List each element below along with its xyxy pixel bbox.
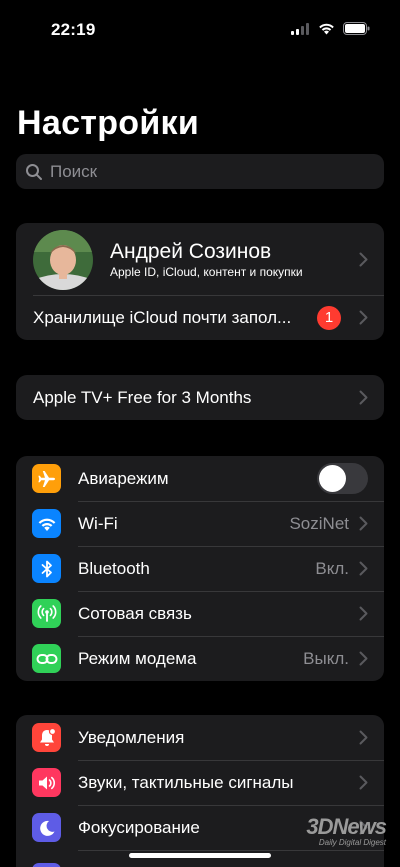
row-separator xyxy=(78,501,384,502)
apple-id-row[interactable]: Андрей Созинов Apple ID, iCloud, контент… xyxy=(16,223,384,295)
row-separator xyxy=(78,546,384,547)
hotspot-row[interactable]: Режим модема Выкл. xyxy=(16,636,384,681)
profile-subtitle: Apple ID, iCloud, контент и покупки xyxy=(110,265,303,279)
airplane-mode-toggle[interactable] xyxy=(317,463,368,494)
sounds-label: Звуки, тактильные сигналы xyxy=(78,772,294,792)
home-indicator[interactable] xyxy=(129,853,271,858)
avatar xyxy=(33,230,93,290)
antenna-icon xyxy=(32,599,61,628)
chevron-right-icon xyxy=(359,310,368,325)
icloud-storage-row[interactable]: Хранилище iCloud почти запол... 1 xyxy=(16,295,384,340)
search-input[interactable] xyxy=(48,160,372,183)
hotspot-label: Режим модема xyxy=(78,648,197,668)
wifi-label: Wi-Fi xyxy=(78,513,118,533)
notifications-label: Уведомления xyxy=(78,727,185,747)
chevron-right-icon xyxy=(359,651,368,666)
speaker-icon xyxy=(32,768,61,797)
status-bar: 22:19 xyxy=(0,0,400,60)
cellular-row[interactable]: Сотовая связь xyxy=(16,591,384,636)
promo-group: Apple TV+ Free for 3 Months xyxy=(16,375,384,420)
hotspot-value: Выкл. xyxy=(303,648,349,668)
chevron-right-icon xyxy=(359,561,368,576)
apple-tv-promo-label: Apple TV+ Free for 3 Months xyxy=(33,387,252,407)
watermark-logo: 3DNews xyxy=(306,814,387,839)
wifi-status-icon xyxy=(319,23,334,35)
hourglass-icon xyxy=(32,863,61,867)
row-separator xyxy=(78,636,384,637)
cellular-label: Сотовая связь xyxy=(78,603,192,623)
bluetooth-icon xyxy=(32,554,61,583)
wifi-row[interactable]: Wi-Fi SoziNet xyxy=(16,501,384,546)
apple-tv-promo-row[interactable]: Apple TV+ Free for 3 Months xyxy=(16,375,384,420)
chevron-right-icon xyxy=(359,516,368,531)
row-separator xyxy=(78,760,384,761)
chevron-right-icon xyxy=(359,775,368,790)
bell-icon xyxy=(32,723,61,752)
wifi-value: SoziNet xyxy=(289,513,349,533)
row-separator xyxy=(78,591,384,592)
notifications-row[interactable]: Уведомления xyxy=(16,715,384,760)
row-separator xyxy=(78,850,384,851)
toggle-knob xyxy=(319,465,346,492)
watermark-tagline: Daily Digital Digest xyxy=(318,838,386,847)
connectivity-group: Авиарежим Wi-Fi SoziNet Bluetooth Вкл. С… xyxy=(16,456,384,681)
search-icon xyxy=(26,163,42,180)
status-icons xyxy=(291,22,370,35)
chevron-right-icon xyxy=(359,606,368,621)
cellular-signal-icon xyxy=(291,22,309,35)
wifi-icon xyxy=(32,509,61,538)
bluetooth-value: Вкл. xyxy=(315,558,349,578)
chevron-right-icon xyxy=(359,390,368,405)
airplane-icon xyxy=(32,464,61,493)
battery-icon xyxy=(343,22,370,35)
bluetooth-label: Bluetooth xyxy=(78,558,150,578)
profile-group: Андрей Созинов Apple ID, iCloud, контент… xyxy=(16,223,384,340)
row-separator xyxy=(33,295,384,296)
sounds-row[interactable]: Звуки, тактильные сигналы xyxy=(16,760,384,805)
icloud-storage-label: Хранилище iCloud почти запол... xyxy=(33,307,292,327)
chain-link-icon xyxy=(32,644,61,673)
bluetooth-row[interactable]: Bluetooth Вкл. xyxy=(16,546,384,591)
airplane-mode-label: Авиарежим xyxy=(78,468,169,488)
row-separator xyxy=(78,805,384,806)
airplane-mode-row: Авиарежим xyxy=(16,456,384,501)
page-title: Настройки xyxy=(17,104,200,142)
chevron-right-icon xyxy=(359,730,368,745)
notification-badge: 1 xyxy=(317,305,341,330)
status-time: 22:19 xyxy=(51,20,96,39)
focus-label: Фокусирование xyxy=(78,817,200,837)
search-bar[interactable] xyxy=(16,154,384,189)
watermark: 3DNews Daily Digital Digest xyxy=(306,814,387,848)
chevron-right-icon xyxy=(359,252,368,266)
profile-name: Андрей Созинов xyxy=(110,240,272,263)
moon-icon xyxy=(32,813,61,842)
